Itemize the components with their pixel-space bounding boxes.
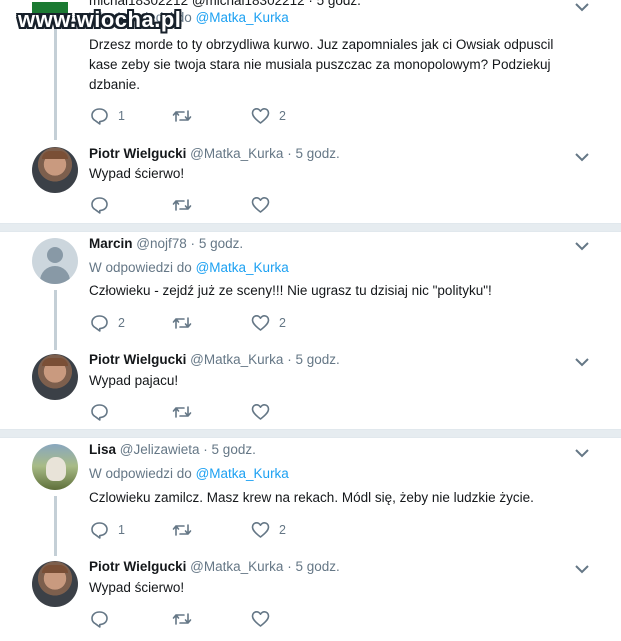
retweet-icon — [172, 610, 192, 628]
tweet-actions — [90, 610, 350, 630]
chevron-down-icon[interactable] — [574, 562, 590, 574]
separator-dot: · — [287, 559, 292, 574]
timestamp[interactable]: 5 godz. — [295, 559, 339, 574]
site-watermark: www.wiocha.pl — [0, 0, 200, 42]
reply-icon — [90, 610, 109, 628]
user-handle[interactable]: @Matka_Kurka — [190, 559, 283, 574]
tweet-text: Wypad ścierwo! — [89, 580, 185, 595]
reply-button[interactable] — [90, 610, 118, 628]
tweet[interactable]: Piotr Wielgucki @Matka_Kurka · 5 godz. W… — [0, 0, 621, 641]
like-button[interactable] — [251, 610, 279, 628]
retweet-button[interactable] — [172, 610, 201, 628]
watermark-text: www.wiocha.pl — [18, 7, 182, 32]
tweet-header: Piotr Wielgucki @Matka_Kurka · 5 godz. — [89, 558, 340, 576]
display-name[interactable]: Piotr Wielgucki — [89, 559, 186, 574]
avatar[interactable] — [32, 561, 78, 607]
like-icon — [251, 610, 270, 628]
